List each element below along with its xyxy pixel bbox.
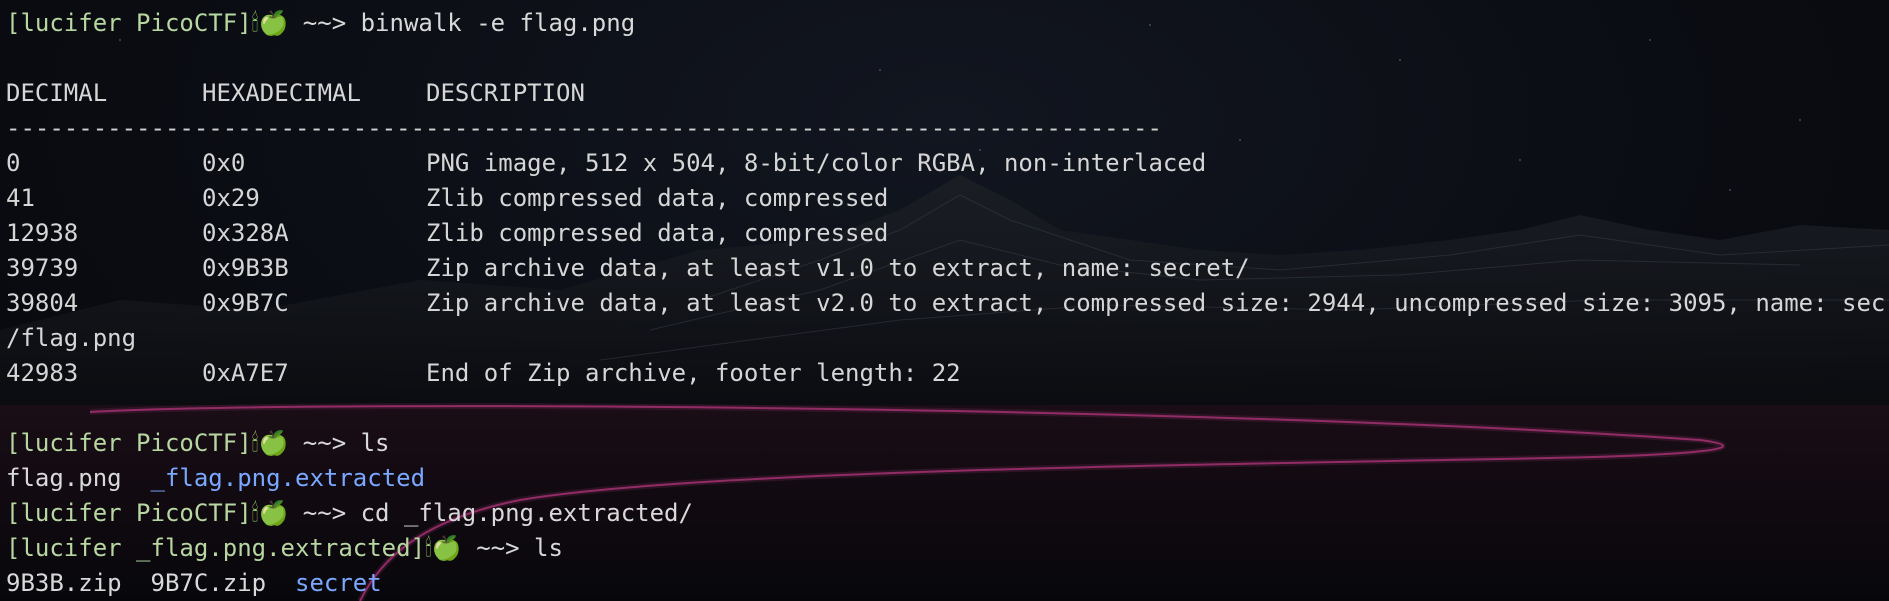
cell-hexadecimal: 0xA7E7 — [202, 359, 289, 387]
cell-decimal: 39739 — [6, 254, 79, 282]
command-text: binwalk -e flag.png — [360, 9, 636, 37]
listing-directory: _flag.png.extracted — [150, 464, 426, 492]
prompt-arrow: ~~> — [302, 9, 347, 37]
cell-description: Zip archive data, at least v2.0 to extra… — [426, 289, 1889, 317]
table-row: 42983 0xA7E7 End of Zip archive, footer le… — [6, 356, 1889, 391]
listing-file: 9B7C.zip — [150, 569, 267, 597]
prompt-line: [lucifer _flag.png.extracted]🕯🍏 ~~> ls — [6, 531, 1889, 566]
prompt-icons: 🕯🍏 — [251, 429, 289, 457]
prompt-icons: 🕯🍏 — [251, 499, 289, 527]
command-text: cd _flag.png.extracted/ — [360, 499, 693, 527]
command-text: ls — [534, 534, 563, 562]
terminal-window[interactable]: [lucifer PicoCTF]🕯🍏 ~~> binwalk -e flag.… — [0, 0, 1889, 601]
directory-listing: flag.png _flag.png.extracted — [6, 461, 1889, 496]
prompt-arrow: ~~> — [302, 429, 347, 457]
table-row: 39804 0x9B7C Zip archive data, at least v2… — [6, 286, 1889, 321]
cell-decimal: 41 — [6, 184, 35, 212]
cell-description: PNG image, 512 x 504, 8-bit/color RGBA, … — [426, 149, 1207, 177]
listing-directory: secret — [295, 569, 382, 597]
table-row: 0 0x0 PNG image, 512 x 504, 8-bit/color RG… — [6, 146, 1889, 181]
header-description: DESCRIPTION — [426, 79, 585, 107]
prompt-icons: 🕯🍏 — [251, 9, 289, 37]
prompt-user-host: [lucifer PicoCTF] — [6, 9, 252, 37]
prompt-line: [lucifer PicoCTF]🕯🍏 ~~> cd _flag.png.ext… — [6, 496, 1889, 531]
prompt-arrow: ~~> — [476, 534, 520, 562]
cell-hexadecimal: 0x9B3B — [202, 254, 289, 282]
cell-description: Zlib compressed data, compressed — [426, 184, 889, 212]
cell-hexadecimal: 0x9B7C — [202, 289, 289, 317]
prompt-arrow: ~~> — [302, 499, 347, 527]
table-header: DECIMAL HEXADECIMAL DESCRIPTION — [6, 76, 1889, 111]
table-row: 39739 0x9B3B Zip archive data, at least v1… — [6, 251, 1889, 286]
prompt-user-host: [lucifer PicoCTF] — [6, 499, 252, 527]
header-decimal: DECIMAL — [6, 79, 108, 107]
listing-file: 9B3B.zip — [6, 569, 122, 597]
prompt-line: [lucifer PicoCTF]🕯🍏 ~~> ls — [6, 426, 1889, 461]
cell-hexadecimal: 0x0 — [202, 149, 246, 177]
table-row: 41 0x29 Zlib compressed data, compressed — [6, 181, 1889, 216]
header-hexadecimal: HEXADECIMAL — [202, 79, 361, 107]
directory-listing: 9B3B.zip 9B7C.zip secret — [6, 566, 1889, 601]
table-divider: ----------------------------------------… — [6, 111, 1889, 146]
terminal-output[interactable]: [lucifer PicoCTF]🕯🍏 ~~> binwalk -e flag.… — [6, 6, 1889, 601]
cell-decimal: 0 — [6, 149, 21, 177]
cell-hexadecimal: 0x29 — [202, 184, 260, 212]
cell-description: Zlib compressed data, compressed — [426, 219, 889, 247]
prompt-user-host: [lucifer PicoCTF] — [6, 429, 252, 457]
output-text: /flag.png — [6, 324, 137, 352]
cell-decimal: 42983 — [6, 359, 79, 387]
cell-description: End of Zip archive, footer length: 22 — [426, 359, 961, 387]
cell-hexadecimal: 0x328A — [202, 219, 289, 247]
prompt-line: [lucifer PicoCTF]🕯🍏 ~~> binwalk -e flag.… — [6, 6, 1889, 41]
table-row: 12938 0x328A Zlib compressed data, compres… — [6, 216, 1889, 251]
command-text: ls — [360, 429, 390, 457]
prompt-icons: 🕯🍏 — [425, 534, 462, 562]
wrapped-text: /flag.png — [6, 321, 1889, 356]
cell-decimal: 39804 — [6, 289, 79, 317]
divider-dashes: ----------------------------------------… — [6, 114, 1162, 142]
listing-file: flag.png — [6, 464, 122, 492]
prompt-user-host: [lucifer _flag.png.extracted] — [6, 534, 426, 562]
cell-decimal: 12938 — [6, 219, 79, 247]
cell-description: Zip archive data, at least v1.0 to extra… — [426, 254, 1250, 282]
